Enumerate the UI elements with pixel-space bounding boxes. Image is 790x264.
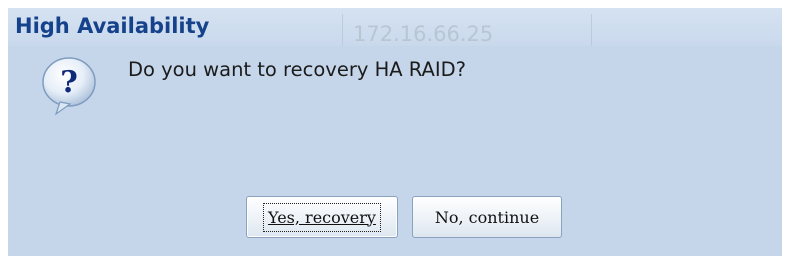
no-continue-label: No, continue bbox=[434, 207, 540, 227]
dialog-header: 172.16.66.25 High Availability bbox=[8, 8, 782, 54]
yes-recovery-label: Yes, recovery bbox=[263, 202, 381, 232]
no-continue-button[interactable]: No, continue bbox=[412, 196, 562, 238]
yes-recovery-button[interactable]: Yes, recovery bbox=[246, 196, 398, 238]
ha-dialog: 172.16.66.25 High Availability ? Do you … bbox=[0, 0, 790, 264]
question-icon: ? bbox=[38, 54, 100, 116]
dialog-body: ? Do you want to recovery HA RAID? Yes, … bbox=[8, 46, 782, 256]
svg-text:?: ? bbox=[60, 65, 78, 100]
dialog-message: Do you want to recovery HA RAID? bbox=[128, 58, 466, 81]
dialog-title: High Availability bbox=[15, 14, 210, 38]
